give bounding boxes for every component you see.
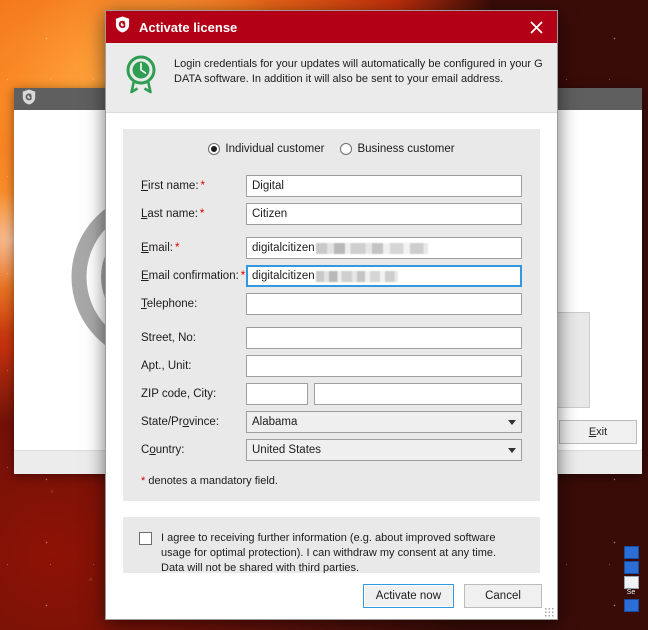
email-confirmation-label: Email confirmation:* [141, 270, 246, 282]
email-row: Email:* digitalcitizen [141, 237, 522, 259]
state-province-value: Alabama [252, 416, 297, 428]
consent-panel: I agree to receiving further information… [123, 517, 540, 573]
desktop-icon-3-glyph [624, 576, 639, 589]
customer-type-radio-group: Individual customer Business customer [141, 143, 522, 155]
desktop-icon-4[interactable] [624, 599, 639, 612]
country-label: Country: [141, 444, 246, 456]
consent-text: I agree to receiving further information… [161, 531, 522, 573]
last-name-input[interactable]: Citizen [246, 203, 522, 225]
email-confirmation-input-value: digitalcitizen [252, 270, 315, 282]
desktop-icon-2[interactable] [624, 561, 639, 574]
green-award-badge-icon [124, 55, 160, 100]
radio-business-customer-label: Business customer [357, 143, 454, 155]
email-confirmation-redaction-block [316, 271, 398, 282]
first-name-row: First name:* Digital [141, 175, 522, 197]
apt-unit-input[interactable] [246, 355, 522, 377]
dialog-title: Activate license [139, 20, 525, 35]
desktop-icon-2-glyph [624, 561, 639, 574]
telephone-row: Telephone: [141, 293, 522, 315]
apt-unit-row: Apt., Unit: [141, 355, 522, 377]
desktop-icon-group: Se [614, 546, 648, 612]
radio-individual-customer-dot [208, 143, 220, 155]
desktop-icon-1[interactable] [624, 546, 639, 559]
email-confirmation-row: Email confirmation:* digitalcitizen [141, 265, 522, 287]
dialog-info-text: Login credentials for your updates will … [174, 57, 543, 87]
radio-business-customer-dot [340, 143, 352, 155]
email-input-value: digitalcitizen [252, 242, 315, 254]
street-no-input[interactable] [246, 327, 522, 349]
country-row: Country: United States [141, 439, 522, 461]
dialog-titlebar: Activate license [106, 11, 557, 43]
zip-city-row: ZIP code, City: [141, 383, 522, 405]
zip-city-label: ZIP code, City: [141, 388, 246, 400]
close-icon[interactable] [525, 16, 547, 38]
mandatory-field-note: * denotes a mandatory field. [141, 475, 522, 487]
street-no-row: Street, No: [141, 327, 522, 349]
telephone-label: Telephone: [141, 298, 246, 310]
telephone-input[interactable] [246, 293, 522, 315]
desktop-wallpaper: Se [0, 0, 648, 630]
last-name-row: Last name:* Citizen [141, 203, 522, 225]
registration-form-panel: Individual customer Business customer Fi… [123, 129, 540, 501]
chevron-down-icon [508, 420, 516, 425]
email-input[interactable]: digitalcitizen [246, 237, 522, 259]
zip-code-input[interactable] [246, 383, 308, 405]
activate-now-button[interactable]: Activate now [363, 584, 454, 608]
apt-unit-label: Apt., Unit: [141, 360, 246, 372]
radio-individual-customer-label: Individual customer [225, 143, 324, 155]
email-label: Email:* [141, 242, 246, 254]
first-name-input[interactable]: Digital [246, 175, 522, 197]
country-select[interactable]: United States [246, 439, 522, 461]
activate-license-dialog[interactable]: Activate license Login credentials for y… [105, 10, 558, 620]
mandatory-note-text: denotes a mandatory field. [145, 475, 278, 487]
dialog-info-banner: Login credentials for your updates will … [106, 43, 557, 113]
dialog-footer: Activate now Cancel [106, 573, 557, 619]
state-province-row: State/Province: Alabama [141, 411, 522, 433]
background-exit-button[interactable]: Exit [559, 420, 637, 444]
resize-grip[interactable] [544, 607, 554, 617]
country-value: United States [252, 444, 321, 456]
desktop-icon-3-label: Se [627, 589, 636, 597]
street-no-label: Street, No: [141, 332, 246, 344]
email-confirmation-input[interactable]: digitalcitizen [246, 265, 522, 287]
background-exit-button-label: Exit [589, 426, 607, 438]
dialog-body: Individual customer Business customer Fi… [106, 113, 557, 573]
chevron-down-icon [508, 448, 516, 453]
state-province-label: State/Province: [141, 416, 246, 428]
city-input[interactable] [314, 383, 522, 405]
last-name-label: Last name:* [141, 208, 246, 220]
desktop-icon-4-glyph [624, 599, 639, 612]
cancel-button[interactable]: Cancel [464, 584, 542, 608]
gdata-shield-icon [115, 16, 130, 38]
desktop-icon-1-glyph [624, 546, 639, 559]
desktop-icon-3[interactable]: Se [624, 576, 639, 597]
zip-city-inputs [246, 383, 522, 405]
first-name-label: First name:* [141, 180, 246, 192]
state-province-select[interactable]: Alabama [246, 411, 522, 433]
radio-individual-customer[interactable]: Individual customer [208, 143, 324, 155]
email-redaction-block [316, 243, 428, 254]
gdata-shield-icon [22, 89, 36, 110]
consent-checkbox[interactable] [139, 532, 152, 545]
radio-business-customer[interactable]: Business customer [340, 143, 454, 155]
